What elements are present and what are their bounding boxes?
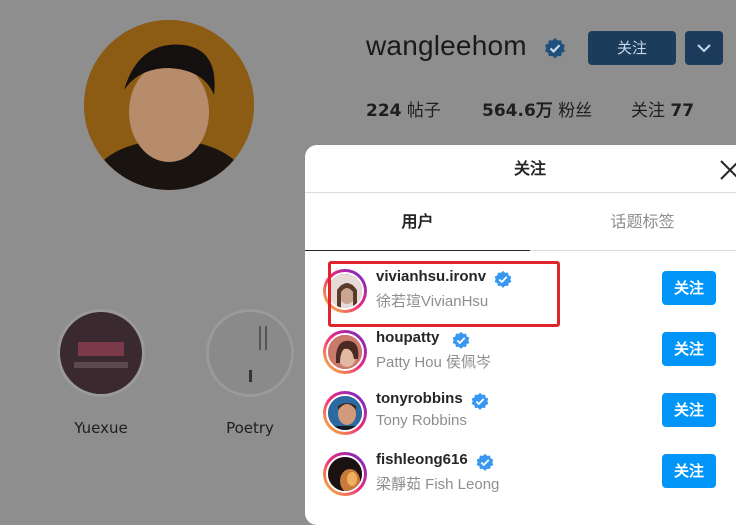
follow-button[interactable]: 关注 <box>662 454 716 488</box>
highlight-label: Yuexue <box>74 419 128 437</box>
follow-button[interactable]: 关注 <box>662 393 716 427</box>
followers-stat[interactable]: 564.6万 粉丝 <box>482 96 592 121</box>
follow-button[interactable]: 关注 <box>662 332 716 366</box>
highlight-cover <box>57 309 145 397</box>
user-handle[interactable]: houpatty <box>376 329 439 346</box>
avatar[interactable] <box>323 452 367 496</box>
profile-avatar[interactable] <box>84 20 254 190</box>
user-fullname: Tony Robbins <box>376 412 467 429</box>
following-modal: 关注 用户 话题标签 vivianhsu.ironv 徐若瑄VivianHsu … <box>305 145 736 525</box>
modal-title: 关注 <box>513 159 546 178</box>
chevron-down-icon[interactable] <box>685 31 723 65</box>
list-item[interactable]: fishleong616 梁靜茹 Fish Leong 关注 <box>305 444 736 504</box>
user-handle[interactable]: tonyrobbins <box>376 390 463 407</box>
profile-username: wangleehom <box>366 30 527 61</box>
highlight-label: Poetry <box>226 419 274 437</box>
close-icon[interactable] <box>713 153 736 187</box>
followers-count: 564.6万 <box>482 101 553 121</box>
tab-hashtags[interactable]: 话题标签 <box>530 193 736 251</box>
list-item[interactable]: houpatty Patty Hou 侯佩岑 关注 <box>305 322 736 382</box>
follow-button[interactable]: 关注 <box>662 271 716 305</box>
divider <box>530 250 736 251</box>
follow-button[interactable]: 关注 <box>588 31 676 65</box>
posts-label: 帖子 <box>406 101 441 121</box>
highlight-cover <box>206 309 294 397</box>
user-handle[interactable]: fishleong616 <box>376 451 468 468</box>
posts-stat[interactable]: 224 帖子 <box>366 96 441 121</box>
user-fullname: 梁靜茹 Fish Leong <box>376 476 500 493</box>
avatar[interactable] <box>323 391 367 435</box>
highlight-yuexue[interactable]: Yuexue <box>54 309 148 437</box>
followers-label: 粉丝 <box>558 101 593 121</box>
verified-badge-icon <box>545 38 565 59</box>
active-tab-indicator <box>305 250 530 251</box>
tab-users[interactable]: 用户 <box>305 193 530 251</box>
following-stat[interactable]: 关注 77 <box>631 96 694 121</box>
following-count: 77 <box>670 101 695 121</box>
posts-count: 224 <box>366 101 402 121</box>
following-label: 关注 <box>631 101 665 121</box>
verified-badge-icon <box>452 331 470 349</box>
verified-badge-icon <box>471 392 489 410</box>
highlight-annotation-box <box>328 261 560 327</box>
avatar[interactable] <box>323 330 367 374</box>
verified-badge-icon <box>476 453 494 471</box>
user-fullname: Patty Hou 侯佩岑 <box>376 354 492 371</box>
highlight-poetry[interactable]: Poetry <box>203 309 297 437</box>
list-item[interactable]: tonyrobbins Tony Robbins 关注 <box>305 383 736 443</box>
